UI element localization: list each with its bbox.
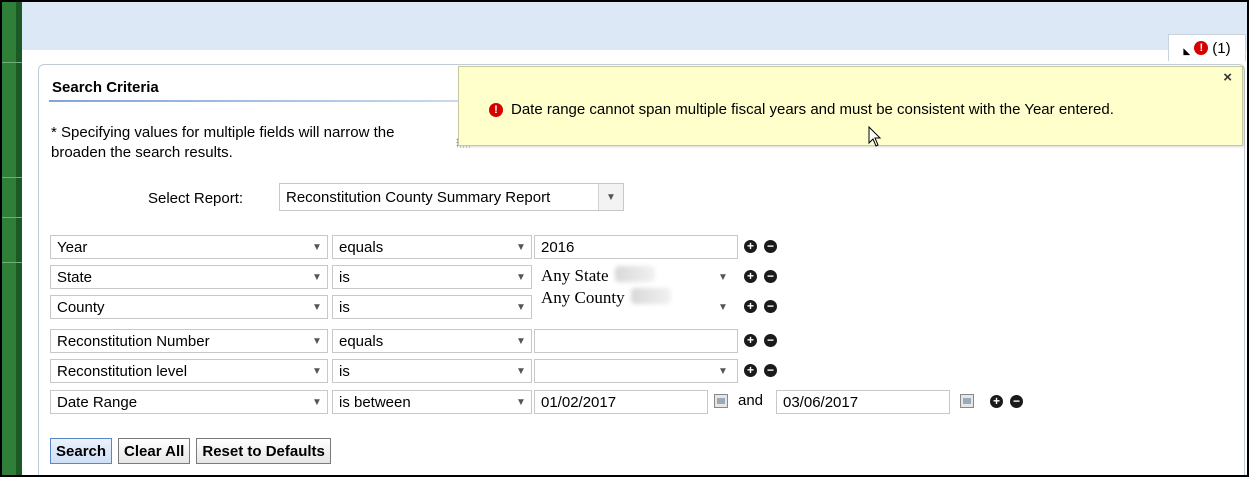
error-tooltip: × ! Date range cannot span multiple fisc… bbox=[458, 66, 1243, 146]
header-bar bbox=[22, 2, 1247, 50]
field-select[interactable]: Year bbox=[50, 235, 328, 259]
report-select[interactable]: Reconstitution County Summary Report ▼ bbox=[279, 183, 624, 211]
plus-circle-icon[interactable]: + bbox=[744, 364, 757, 377]
end-date-text: 03/06/2017 bbox=[783, 393, 859, 411]
chevron-down-icon[interactable]: ▼ bbox=[306, 390, 328, 414]
start-date-text: 01/02/2017 bbox=[541, 393, 617, 411]
county-select[interactable]: Any County bbox=[534, 287, 738, 311]
error-message: ! Date range cannot span multiple fiscal… bbox=[489, 101, 1114, 118]
left-sidebar-strip bbox=[2, 2, 22, 475]
field-select-value: Reconstitution Number bbox=[57, 332, 210, 350]
reset-to-defaults-button[interactable]: Reset to Defaults bbox=[196, 438, 331, 464]
chevron-down-icon[interactable]: ▼ bbox=[510, 359, 532, 383]
chevron-down-icon[interactable]: ▼ bbox=[598, 184, 623, 210]
plus-circle-icon[interactable]: + bbox=[744, 240, 757, 253]
chevron-down-icon[interactable]: ▼ bbox=[712, 359, 734, 383]
state-select[interactable]: Any State bbox=[534, 265, 738, 289]
title-underline bbox=[49, 100, 469, 102]
app-window: ◣ ! (1) Search Criteria * Specifying val… bbox=[0, 0, 1249, 477]
minus-circle-icon[interactable]: − bbox=[764, 300, 777, 313]
clear-all-button[interactable]: Clear All bbox=[118, 438, 191, 464]
operator-select[interactable]: is bbox=[332, 359, 532, 383]
operator-select[interactable]: equals bbox=[332, 235, 532, 259]
notification-indicator[interactable]: ◣ ! (1) bbox=[1168, 34, 1246, 61]
operator-select-value: equals bbox=[339, 332, 384, 350]
level-select[interactable] bbox=[534, 359, 738, 383]
field-select[interactable]: Reconstitution level bbox=[50, 359, 328, 383]
notification-count: (1) bbox=[1212, 39, 1231, 57]
operator-select-value: is between bbox=[339, 393, 411, 411]
search-button[interactable]: Search bbox=[50, 438, 113, 464]
chevron-down-icon[interactable]: ▼ bbox=[306, 329, 328, 353]
field-select[interactable]: State bbox=[50, 265, 328, 289]
operator-select-value: is bbox=[339, 268, 350, 286]
plus-circle-icon[interactable]: + bbox=[744, 270, 757, 283]
minus-circle-icon[interactable]: − bbox=[764, 334, 777, 347]
redacted-text bbox=[614, 266, 655, 282]
field-select[interactable]: Date Range bbox=[50, 390, 328, 414]
minus-circle-icon[interactable]: − bbox=[764, 364, 777, 377]
operator-select[interactable]: equals bbox=[332, 329, 532, 353]
chevron-down-icon[interactable]: ▼ bbox=[510, 265, 532, 289]
plus-circle-icon[interactable]: + bbox=[744, 334, 757, 347]
field-select[interactable]: County bbox=[50, 295, 328, 319]
chevron-down-icon[interactable]: ▼ bbox=[306, 235, 328, 259]
chevron-down-icon[interactable]: ▼ bbox=[712, 265, 734, 289]
operator-select-value: equals bbox=[339, 238, 384, 256]
chevron-down-icon[interactable]: ▼ bbox=[306, 295, 328, 319]
chevron-down-icon[interactable]: ▼ bbox=[510, 295, 532, 319]
end-date-input[interactable]: 03/06/2017 bbox=[776, 390, 950, 414]
chevron-down-icon[interactable]: ▼ bbox=[306, 359, 328, 383]
resize-corner-icon: ◣ bbox=[1183, 45, 1191, 56]
error-icon: ! bbox=[489, 102, 503, 117]
panel-title: Search Criteria bbox=[52, 79, 159, 96]
minus-circle-icon[interactable]: − bbox=[1010, 395, 1023, 408]
mouse-cursor-icon bbox=[868, 126, 882, 147]
county-select-value: Any County bbox=[541, 288, 625, 307]
calendar-icon[interactable] bbox=[960, 394, 974, 408]
value-input[interactable]: 2016 bbox=[534, 235, 738, 259]
value-input-text: 2016 bbox=[541, 238, 575, 256]
select-report-label: Select Report: bbox=[148, 190, 244, 207]
value-input[interactable] bbox=[534, 329, 738, 353]
operator-select[interactable]: is between bbox=[332, 390, 532, 414]
help-text-line-1: * Specifying values for multiple fields … bbox=[51, 124, 395, 141]
close-icon[interactable]: × bbox=[1223, 69, 1232, 86]
chevron-down-icon[interactable]: ▼ bbox=[712, 295, 734, 319]
help-text-line-2: broaden the search results. bbox=[51, 144, 233, 161]
state-select-value: Any State bbox=[541, 266, 609, 285]
redacted-text bbox=[630, 288, 671, 304]
chevron-down-icon[interactable]: ▼ bbox=[510, 329, 532, 353]
field-select-value: County bbox=[57, 298, 105, 316]
calendar-icon[interactable] bbox=[714, 394, 728, 408]
field-select-value: Date Range bbox=[57, 393, 138, 411]
chevron-down-icon[interactable]: ▼ bbox=[510, 390, 532, 414]
operator-select-value: is bbox=[339, 298, 350, 316]
field-select-value: Year bbox=[57, 238, 88, 256]
plus-circle-icon[interactable]: + bbox=[990, 395, 1003, 408]
chevron-down-icon[interactable]: ▼ bbox=[306, 265, 328, 289]
report-select-value: Reconstitution County Summary Report bbox=[286, 188, 551, 206]
start-date-input[interactable]: 01/02/2017 bbox=[534, 390, 708, 414]
operator-select[interactable]: is bbox=[332, 295, 532, 319]
field-select-value: Reconstitution level bbox=[57, 362, 188, 380]
field-select-value: State bbox=[57, 268, 93, 286]
and-label: and bbox=[738, 392, 764, 409]
error-message-text: Date range cannot span multiple fiscal y… bbox=[511, 101, 1114, 118]
operator-select[interactable]: is bbox=[332, 265, 532, 289]
minus-circle-icon[interactable]: − bbox=[764, 240, 777, 253]
error-icon: ! bbox=[1194, 41, 1209, 55]
minus-circle-icon[interactable]: − bbox=[764, 270, 777, 283]
chevron-down-icon[interactable]: ▼ bbox=[510, 235, 532, 259]
field-select[interactable]: Reconstitution Number bbox=[50, 329, 328, 353]
plus-circle-icon[interactable]: + bbox=[744, 300, 757, 313]
operator-select-value: is bbox=[339, 362, 350, 380]
action-buttons: Search Clear All Reset to Defaults bbox=[50, 438, 331, 464]
search-help-text: * Specifying values for multiple fields … bbox=[51, 123, 394, 163]
